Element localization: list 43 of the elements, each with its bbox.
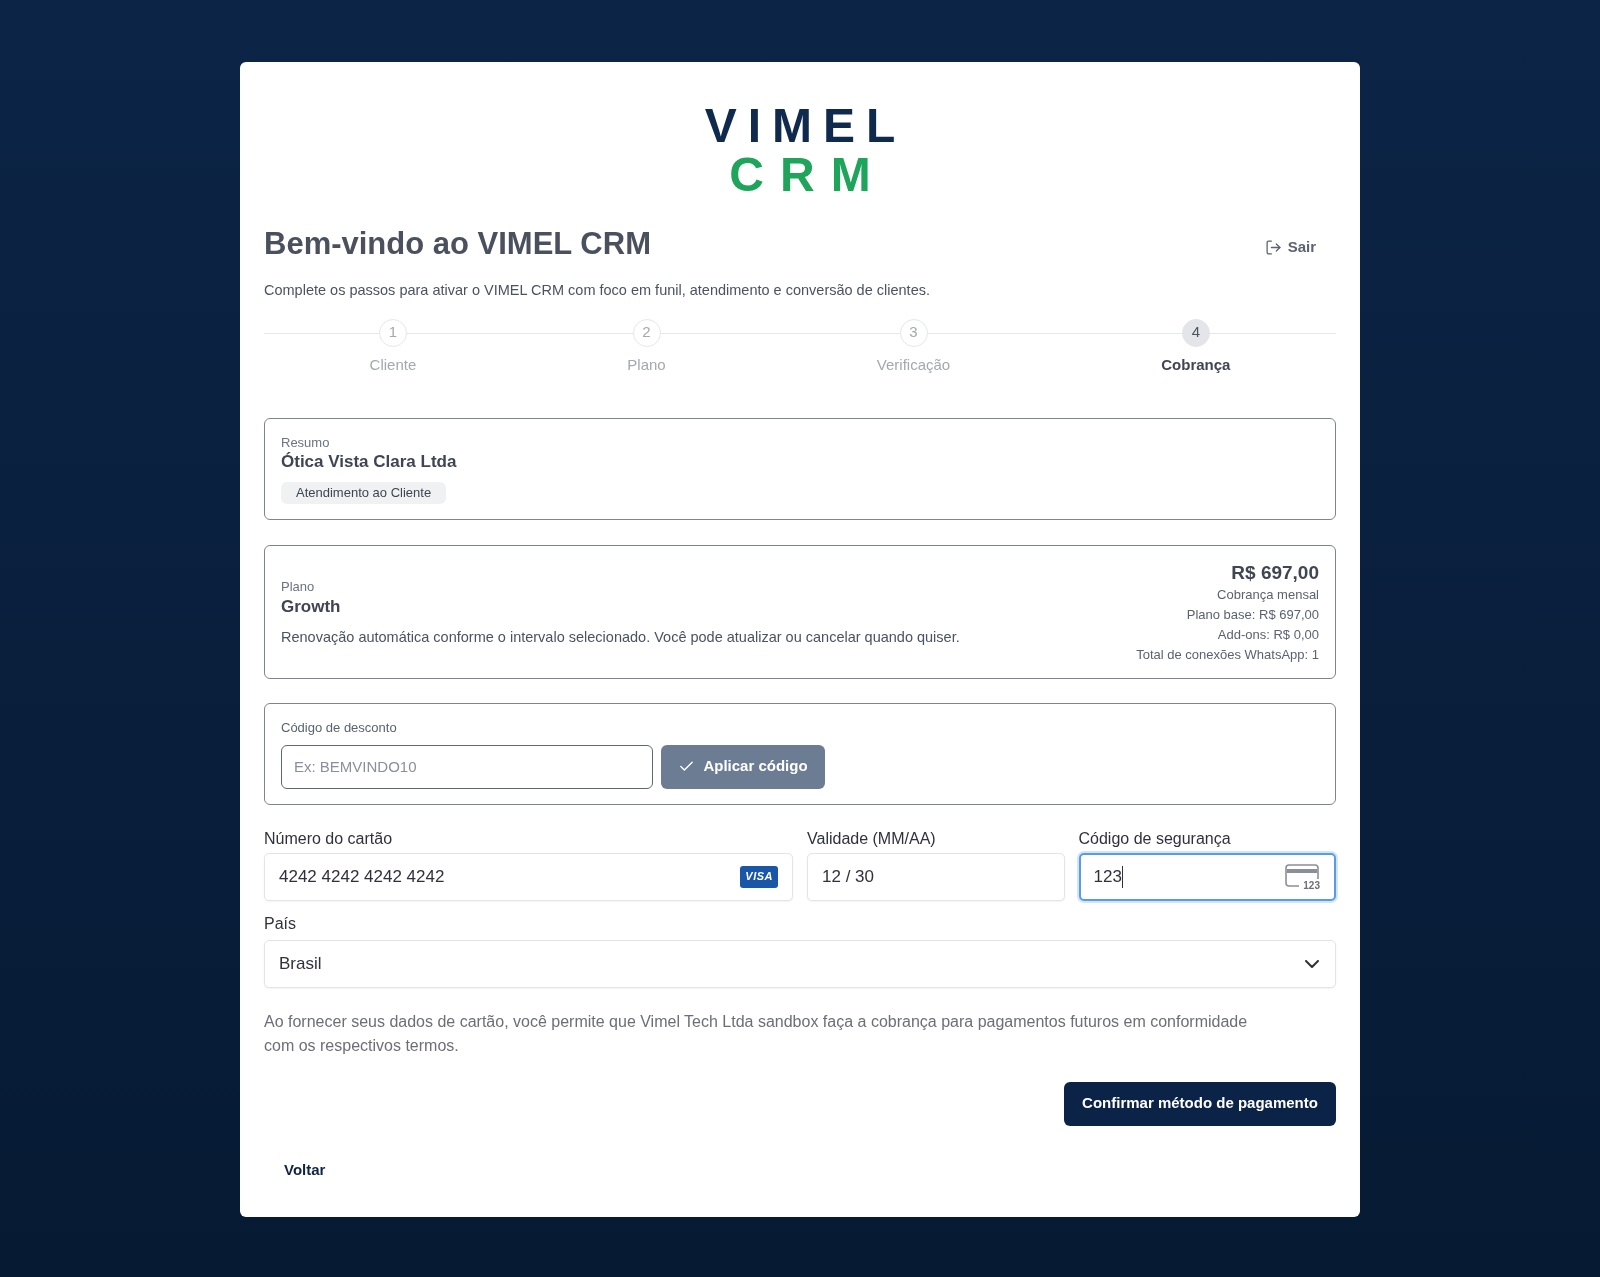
page-subtitle: Complete os passos para ativar o VIMEL CRM com foco em funil, atendimento e conversão de clientes. <box>264 280 931 300</box>
card-brand-logo: VISA <box>740 865 778 888</box>
page-title: Bem-vindo ao VIMEL CRM <box>264 226 651 263</box>
plan-detail: Add-ons: R$ 0,00 <box>1217 625 1319 644</box>
step-label: Verificação <box>876 354 951 375</box>
plan-price: R$ 697,00 <box>1231 560 1319 585</box>
discount-label: Código de desconto <box>281 718 397 737</box>
chevron-down-icon <box>1305 959 1319 968</box>
field-label: País <box>264 913 297 934</box>
step-label: Cobrança <box>1161 354 1231 375</box>
step-number: 2 <box>632 318 661 347</box>
step-label: Cliente <box>369 354 417 375</box>
field-label: Código de segurança <box>1078 828 1232 849</box>
summary-label: Resumo <box>281 433 330 452</box>
step-number: 3 <box>899 318 928 347</box>
step-number: 4 <box>1181 318 1210 347</box>
logout-button[interactable]: Sair <box>1244 228 1336 267</box>
step-label: Plano <box>627 354 666 375</box>
plan-detail: Total de conexões WhatsApp: 1 <box>1136 645 1319 664</box>
field-label: Validade (MM/AA) <box>807 828 937 849</box>
plan-name: Growth <box>281 595 341 618</box>
plan-detail: Cobrança mensal <box>1217 585 1319 604</box>
logout-icon <box>1264 238 1282 256</box>
apply-code-button[interactable]: Aplicar código <box>661 744 825 789</box>
confirm-payment-button[interactable]: Confirmar método de pagamento <box>1064 1081 1336 1126</box>
country-select[interactable]: Brasil <box>264 939 1336 988</box>
field-label: Número do cartão <box>264 828 394 849</box>
discount-code-field[interactable]: Ex: BEMVINDO10 <box>281 744 653 789</box>
segment-tag: Atendimento ao Cliente <box>281 481 447 504</box>
step-number: 1 <box>378 318 407 347</box>
plan-description: Renovação automática conforme o intervalo selecionado. Você pode atualizar ou cancelar quando quiser. <box>281 627 960 647</box>
authorization-notice: Ao fornecer seus dados de cartão, você permite que Vimel Tech Ltda sandbox faça a cobrança para pagamentos futuros em conformidade com os respectivos termos. <box>264 1011 1249 1056</box>
plan-label: Plano <box>281 577 315 596</box>
logo-wordmark: VIMEL <box>703 101 907 150</box>
back-button[interactable]: Voltar <box>264 1150 346 1191</box>
plan-detail: Plano base: R$ 697,00 <box>1186 605 1319 624</box>
company-name: Ótica Vista Clara Ltda <box>281 451 457 472</box>
payment-input-field[interactable]: 4242 4242 4242 4242 VISA <box>264 852 793 901</box>
logo-subtitle: CRM <box>728 150 887 199</box>
payment-input-field[interactable]: 12 / 30 <box>807 852 1065 901</box>
text-caret <box>1121 865 1123 888</box>
cvc-card-icon: 123 <box>1285 863 1321 890</box>
payment-input-field[interactable]: 123 123 <box>1078 852 1336 901</box>
